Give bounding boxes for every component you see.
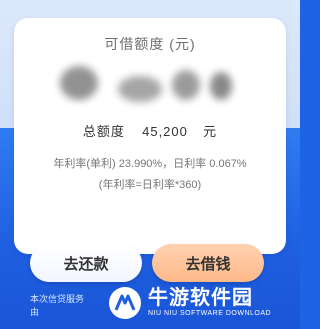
- site-watermark: 牛游软件园 NIU NIU SOFTWARE DOWNLOAD: [108, 283, 271, 323]
- watermark-title: 牛游软件园: [148, 287, 253, 309]
- credit-limit-title: 可借额度 (元): [104, 36, 196, 52]
- total-limit-label: 总额度: [82, 124, 125, 139]
- total-limit-row: 总额度 45,200 元: [0, 121, 300, 140]
- total-limit-unit: 元: [203, 124, 218, 139]
- rate-formula-note: (年利率=日利率*360): [98, 179, 202, 191]
- daily-rate-label: 日利率: [173, 158, 207, 170]
- repay-button[interactable]: 去还款: [30, 244, 142, 282]
- annual-rate-label: 年利率(单利): [53, 158, 116, 170]
- daily-rate-value: 0.067%: [209, 158, 247, 170]
- watermark-logo-icon: [108, 286, 142, 320]
- borrow-button[interactable]: 去借钱: [152, 244, 264, 282]
- service-note-line2: 由: [30, 307, 40, 317]
- total-limit-value: 45,200: [142, 124, 188, 139]
- interest-rate-line: 年利率(单利) 23.990%，日利率 0.067%: [0, 155, 300, 171]
- rate-separator: ，: [162, 158, 174, 170]
- watermark-subtitle: NIU NIU SOFTWARE DOWNLOAD: [148, 310, 272, 317]
- blurred-available-amount: [60, 60, 250, 108]
- service-note-line1: 本次信贷服务: [30, 294, 85, 304]
- credit-service-note: 本次信贷服务 由: [30, 293, 84, 319]
- annual-rate-value: 23.990%: [118, 158, 163, 170]
